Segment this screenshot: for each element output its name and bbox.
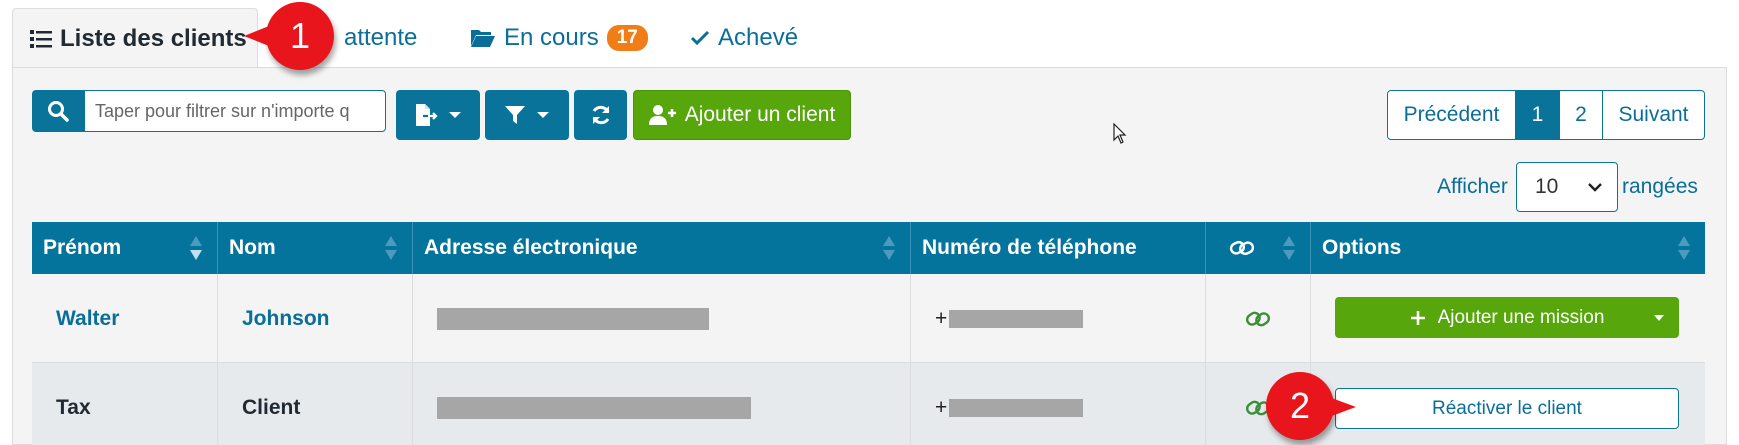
first-name-link[interactable]: Walter — [32, 274, 218, 363]
options-cell: Ajouter une mission — [1311, 274, 1705, 363]
chevron-down-icon[interactable] — [1653, 314, 1665, 322]
chevron-down-icon — [537, 112, 549, 118]
sort-icon — [883, 236, 895, 260]
rows-per-page-value: 10 — [1535, 175, 1559, 198]
link-icon — [1229, 240, 1255, 256]
add-client-button[interactable]: Ajouter un client — [633, 90, 851, 140]
phone-prefix: + — [935, 306, 948, 330]
redacted-email — [437, 396, 751, 419]
table-row: Tax Client + Réactiver le client — [32, 363, 1705, 445]
link-cell[interactable] — [1206, 274, 1311, 363]
pagination-page-2[interactable]: 2 — [1559, 90, 1603, 140]
add-mission-label: Ajouter une mission — [1437, 306, 1605, 328]
rows-per-page-select[interactable]: 10 — [1516, 162, 1618, 212]
first-name-text: Tax — [32, 363, 218, 445]
column-header-options[interactable]: Options — [1311, 222, 1705, 274]
column-header-label: Nom — [229, 236, 276, 259]
add-client-label: Ajouter un client — [684, 103, 836, 126]
sort-icon — [385, 236, 397, 260]
tab-pending[interactable]: attente — [344, 8, 417, 68]
email-cell — [413, 363, 911, 445]
link-icon — [1245, 311, 1271, 326]
tab-done-label: Achevé — [718, 24, 799, 51]
sort-icon — [190, 236, 202, 260]
redacted-email — [437, 307, 709, 330]
column-header-email[interactable]: Adresse électronique — [413, 222, 911, 274]
phone-cell: + — [911, 363, 1206, 445]
filter-icon — [505, 106, 525, 124]
table-row: Walter Johnson + Ajouter une mission — [32, 274, 1705, 363]
tab-done[interactable]: Achevé — [690, 8, 798, 68]
reactivate-client-button[interactable]: Réactiver le client — [1335, 388, 1679, 429]
list-icon — [30, 29, 52, 48]
redacted-phone — [949, 309, 1084, 328]
tab-pending-label: attente — [344, 24, 418, 51]
callout-step-2: 2 — [1266, 372, 1356, 440]
search-button[interactable] — [32, 90, 84, 132]
user-plus-icon — [648, 105, 676, 125]
add-mission-button[interactable]: Ajouter une mission — [1335, 297, 1679, 338]
filter-button[interactable] — [485, 90, 569, 140]
refresh-button[interactable] — [574, 90, 627, 140]
file-export-icon — [416, 104, 438, 126]
column-header-link[interactable] — [1206, 222, 1311, 274]
cursor-icon — [1113, 123, 1127, 144]
last-name-link[interactable]: Johnson — [218, 274, 413, 363]
in-progress-count-badge: 17 — [606, 25, 648, 51]
sort-icon — [1678, 236, 1690, 260]
rows-per-page-show-label: Afficher — [1437, 175, 1508, 198]
column-header-phone[interactable]: Numéro de téléphone — [911, 222, 1206, 274]
column-header-label: Adresse électronique — [424, 236, 638, 259]
tab-in-progress-label: En cours — [504, 24, 599, 51]
phone-cell: + — [911, 274, 1206, 363]
callout-step-1: 1 — [244, 2, 334, 70]
refresh-icon — [592, 105, 609, 125]
table-header: Prénom Nom Adresse électronique Numéro d… — [32, 222, 1705, 274]
tab-client-list[interactable]: Liste des clients — [12, 8, 258, 68]
column-header-label: Prénom — [43, 236, 122, 259]
folder-open-icon — [471, 30, 495, 47]
pagination-page-1[interactable]: 1 — [1515, 90, 1560, 140]
tab-client-list-label: Liste des clients — [60, 24, 247, 52]
search-input[interactable] — [84, 90, 386, 132]
check-icon — [690, 30, 710, 46]
options-cell: Réactiver le client — [1311, 363, 1705, 445]
export-button[interactable] — [396, 90, 480, 140]
column-header-last-name[interactable]: Nom — [218, 222, 413, 274]
last-name-text: Client — [218, 363, 413, 445]
phone-prefix: + — [935, 395, 948, 419]
sort-icon — [1283, 236, 1295, 260]
email-cell — [413, 274, 911, 363]
search-icon — [48, 101, 69, 122]
pagination-next[interactable]: Suivant — [1602, 90, 1705, 140]
chevron-down-icon — [1588, 183, 1602, 192]
redacted-phone — [949, 398, 1084, 417]
tab-in-progress[interactable]: En cours 17 — [470, 8, 648, 68]
column-header-first-name[interactable]: Prénom — [32, 222, 218, 274]
column-header-label: Options — [1322, 236, 1402, 259]
column-header-label: Numéro de téléphone — [922, 236, 1137, 259]
rows-per-page-unit-label: rangées — [1622, 175, 1698, 198]
chevron-down-icon — [449, 112, 461, 118]
plus-icon — [1410, 310, 1425, 325]
pagination-previous[interactable]: Précédent — [1387, 90, 1516, 140]
